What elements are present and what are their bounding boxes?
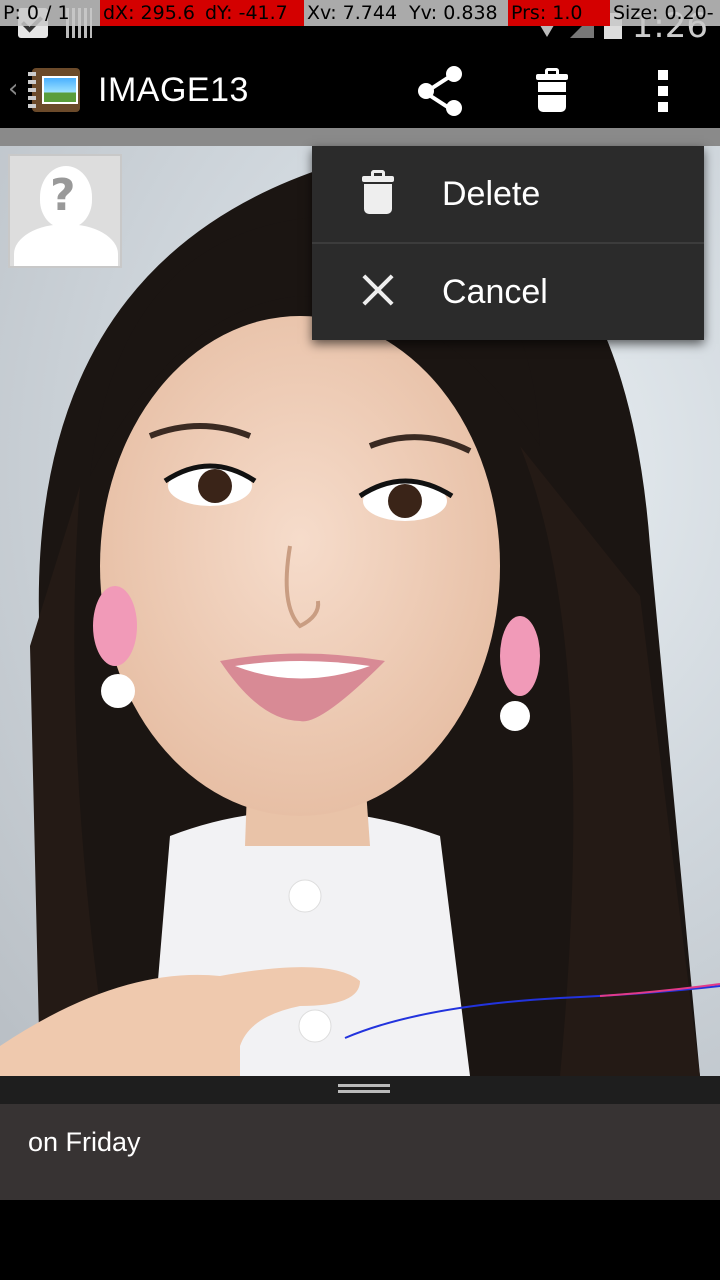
grip-icon	[338, 1084, 390, 1087]
caption-panel: on Friday	[0, 1104, 720, 1200]
image-top-border	[0, 128, 720, 146]
status-bar: 1:26 P: 0 / 1 dX: 295.6 dY: -41.7 Xv: 7.…	[0, 0, 720, 50]
menu-item-label: Delete	[442, 175, 541, 213]
overflow-menu-button[interactable]	[640, 66, 700, 116]
delete-button[interactable]	[522, 66, 582, 116]
app-icon	[28, 66, 84, 116]
share-button[interactable]	[410, 66, 470, 116]
page-title: IMAGE13	[98, 71, 249, 109]
close-icon	[356, 268, 404, 316]
menu-item-label: Cancel	[442, 273, 548, 311]
pointer-yv: Yv: 0.838	[406, 0, 508, 26]
pointer-pressure: Prs: 1.0	[508, 0, 610, 26]
home-up-button[interactable]: ‹ IMAGE13	[0, 50, 270, 128]
trash-icon	[356, 170, 404, 218]
up-caret-icon: ‹	[8, 74, 19, 104]
caption-drag-handle[interactable]	[0, 1076, 720, 1104]
pointer-dy: dY: -41.7	[202, 0, 304, 26]
menu-item-delete[interactable]: Delete	[312, 146, 704, 242]
menu-item-cancel[interactable]: Cancel	[312, 244, 704, 340]
popup-menu: Delete Cancel	[312, 146, 704, 340]
pointer-dx: dX: 295.6	[100, 0, 202, 26]
caption-text: on Friday	[28, 1127, 141, 1157]
pointer-count: P: 0 / 1	[0, 0, 100, 26]
pointer-xv: Xv: 7.744	[304, 0, 406, 26]
navigation-area	[0, 1200, 720, 1280]
contact-badge[interactable]: ?	[8, 154, 122, 268]
action-bar: ‹ IMAGE13	[0, 50, 720, 128]
pointer-size: Size: 0.20-	[610, 0, 720, 26]
pointer-location-overlay: P: 0 / 1 dX: 295.6 dY: -41.7 Xv: 7.744 Y…	[0, 0, 720, 26]
